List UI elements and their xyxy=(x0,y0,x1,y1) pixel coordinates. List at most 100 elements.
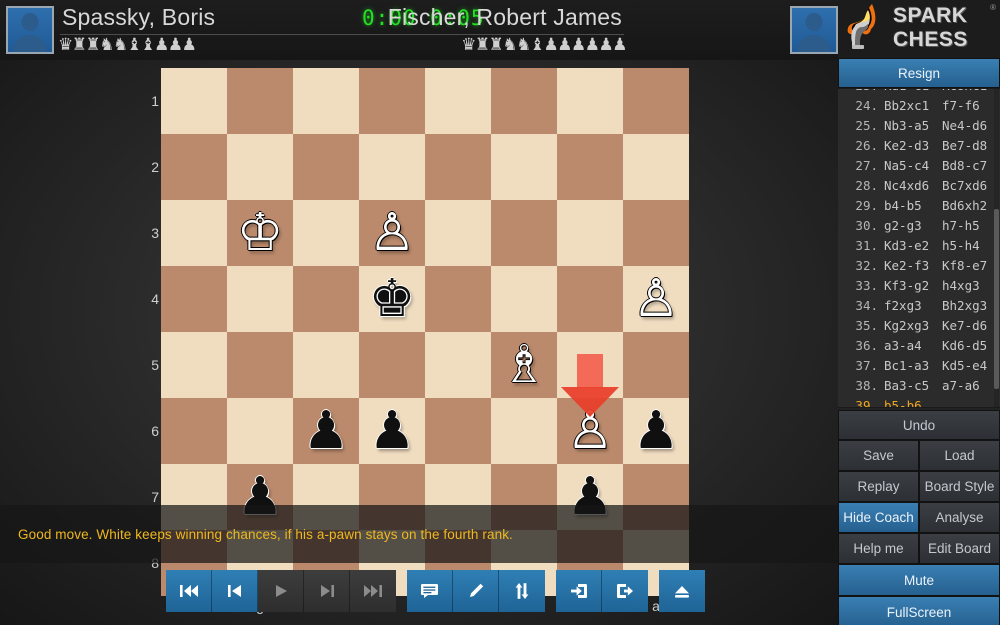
white-move[interactable]: Kd3-e2 xyxy=(884,238,942,253)
board-square[interactable] xyxy=(359,68,425,134)
black-pawn[interactable]: ♟ xyxy=(359,398,425,464)
board-square[interactable] xyxy=(425,68,491,134)
board-square[interactable]: ♙ xyxy=(557,398,623,464)
playback-toolbar[interactable] xyxy=(166,570,716,612)
board-square[interactable] xyxy=(293,332,359,398)
board-square[interactable] xyxy=(557,332,623,398)
white-move[interactable]: Kf3-g2 xyxy=(884,278,942,293)
board-square[interactable] xyxy=(293,266,359,332)
move-row[interactable]: 37. Bc1-a3 Kd5-e4 xyxy=(838,355,1000,375)
board-square[interactable] xyxy=(557,266,623,332)
move-row[interactable]: 39. b5-b6 xyxy=(838,395,1000,408)
board-square[interactable]: ♚ xyxy=(359,266,425,332)
move-row[interactable]: 31. Kd3-e2 h5-h4 xyxy=(838,235,1000,255)
move-row[interactable]: 30. g2-g3 h7-h5 xyxy=(838,215,1000,235)
board-square[interactable] xyxy=(359,134,425,200)
white-move[interactable]: Ke2-d3 xyxy=(884,138,942,153)
save-button[interactable]: Save xyxy=(838,440,919,471)
move-list[interactable]: 23.Kd1-c1Rc8xc1 24. Bb2xc1f7-f6 25. Nb3-a5Ne… xyxy=(838,88,1000,408)
board-square[interactable] xyxy=(161,200,227,266)
white-move[interactable]: Ke2-f3 xyxy=(884,258,942,273)
black-move[interactable]: Ne4-d6 xyxy=(942,118,1000,133)
help-me-button[interactable]: Help me xyxy=(838,533,919,564)
resign-button[interactable]: Resign xyxy=(838,58,1000,88)
board-square[interactable] xyxy=(623,200,689,266)
board-square[interactable] xyxy=(293,134,359,200)
move-list-scrollbar-thumb[interactable] xyxy=(994,209,999,389)
board-square[interactable]: ♙ xyxy=(623,266,689,332)
black-move[interactable]: Rc8xc1 xyxy=(942,89,1000,93)
black-move[interactable]: Kf8-e7 xyxy=(942,258,1000,273)
move-row[interactable]: 26. Ke2-d3 Be7-d8 xyxy=(838,135,1000,155)
white-move[interactable]: Nc4xd6 xyxy=(884,178,942,193)
board-square[interactable] xyxy=(161,332,227,398)
white-move[interactable]: Ba3-c5 xyxy=(884,378,942,393)
white-move[interactable]: f2xg3 xyxy=(884,298,942,313)
board-square[interactable] xyxy=(623,332,689,398)
move-row[interactable]: 38. Ba3-c5 a7-a6 xyxy=(838,375,1000,395)
move-row[interactable]: 23.Kd1-c1Rc8xc1 xyxy=(838,89,1000,95)
black-king[interactable]: ♚ xyxy=(359,266,425,332)
white-move[interactable]: b5-b6 xyxy=(884,398,942,408)
move-row[interactable]: 25. Nb3-a5 Ne4-d6 xyxy=(838,115,1000,135)
board-square[interactable] xyxy=(293,68,359,134)
board-style-button[interactable]: Board Style xyxy=(919,471,1000,502)
black-move[interactable]: Kd6-d5 xyxy=(942,338,1000,353)
board-square[interactable] xyxy=(557,68,623,134)
black-move[interactable]: h5-h4 xyxy=(942,238,1000,253)
board-square[interactable] xyxy=(491,266,557,332)
comment-button[interactable] xyxy=(407,570,453,612)
white-move[interactable]: Na5-c4 xyxy=(884,158,942,173)
board-square[interactable] xyxy=(425,398,491,464)
black-move[interactable]: Bh2xg3 xyxy=(942,298,1000,313)
white-move[interactable]: g2-g3 xyxy=(884,218,942,233)
white-pawn[interactable]: ♙ xyxy=(359,200,425,266)
board-square[interactable] xyxy=(425,134,491,200)
load-button[interactable]: Load xyxy=(919,440,1000,471)
undo-button[interactable]: Undo xyxy=(838,410,1000,440)
white-pawn[interactable]: ♙ xyxy=(557,398,623,464)
board-square[interactable]: ♔ xyxy=(227,200,293,266)
black-move[interactable]: Be7-d8 xyxy=(942,138,1000,153)
black-move[interactable]: Bd6xh2 xyxy=(942,198,1000,213)
black-move[interactable]: Kd5-e4 xyxy=(942,358,1000,373)
board-square[interactable] xyxy=(491,398,557,464)
move-row[interactable]: 35. Kg2xg3 Ke7-d6 xyxy=(838,315,1000,335)
board-square[interactable] xyxy=(227,332,293,398)
board-square[interactable] xyxy=(623,68,689,134)
white-move[interactable]: Kd1-c1 xyxy=(884,89,942,93)
white-move[interactable]: Bc1-a3 xyxy=(884,358,942,373)
black-pawn[interactable]: ♟ xyxy=(293,398,359,464)
flip-board-button[interactable] xyxy=(499,570,545,612)
previous-move-button[interactable] xyxy=(212,570,258,612)
black-move[interactable]: h7-h5 xyxy=(942,218,1000,233)
import-button[interactable] xyxy=(556,570,602,612)
white-pawn[interactable]: ♙ xyxy=(623,266,689,332)
white-move[interactable]: b4-b5 xyxy=(884,198,942,213)
edit-board-button[interactable]: Edit Board xyxy=(919,533,1000,564)
board-square[interactable]: ♟ xyxy=(293,398,359,464)
black-move[interactable]: Bd8-c7 xyxy=(942,158,1000,173)
board-square[interactable] xyxy=(491,68,557,134)
board-square[interactable] xyxy=(161,398,227,464)
avatar-right[interactable] xyxy=(790,6,838,54)
move-row[interactable]: 34. f2xg3 Bh2xg3 xyxy=(838,295,1000,315)
move-row[interactable]: 36. a3-a4 Kd6-d5 xyxy=(838,335,1000,355)
black-move[interactable]: h4xg3 xyxy=(942,278,1000,293)
board-square[interactable] xyxy=(161,134,227,200)
export-button[interactable] xyxy=(602,570,648,612)
fullscreen-button[interactable]: FullScreen xyxy=(838,596,1000,625)
first-move-button[interactable] xyxy=(166,570,212,612)
move-row[interactable]: 32. Ke2-f3 Kf8-e7 xyxy=(838,255,1000,275)
board-square[interactable]: ♟ xyxy=(623,398,689,464)
white-bishop[interactable]: ♗ xyxy=(491,332,557,398)
board-square[interactable] xyxy=(557,134,623,200)
board-square[interactable] xyxy=(293,200,359,266)
move-row[interactable]: 33. Kf3-g2 h4xg3 xyxy=(838,275,1000,295)
black-move[interactable]: Bc7xd6 xyxy=(942,178,1000,193)
move-row[interactable]: 27. Na5-c4 Bd8-c7 xyxy=(838,155,1000,175)
move-row[interactable]: 28. Nc4xd6 Bc7xd6 xyxy=(838,175,1000,195)
annotate-button[interactable] xyxy=(453,570,499,612)
board-square[interactable] xyxy=(161,266,227,332)
replay-button[interactable]: Replay xyxy=(838,471,919,502)
